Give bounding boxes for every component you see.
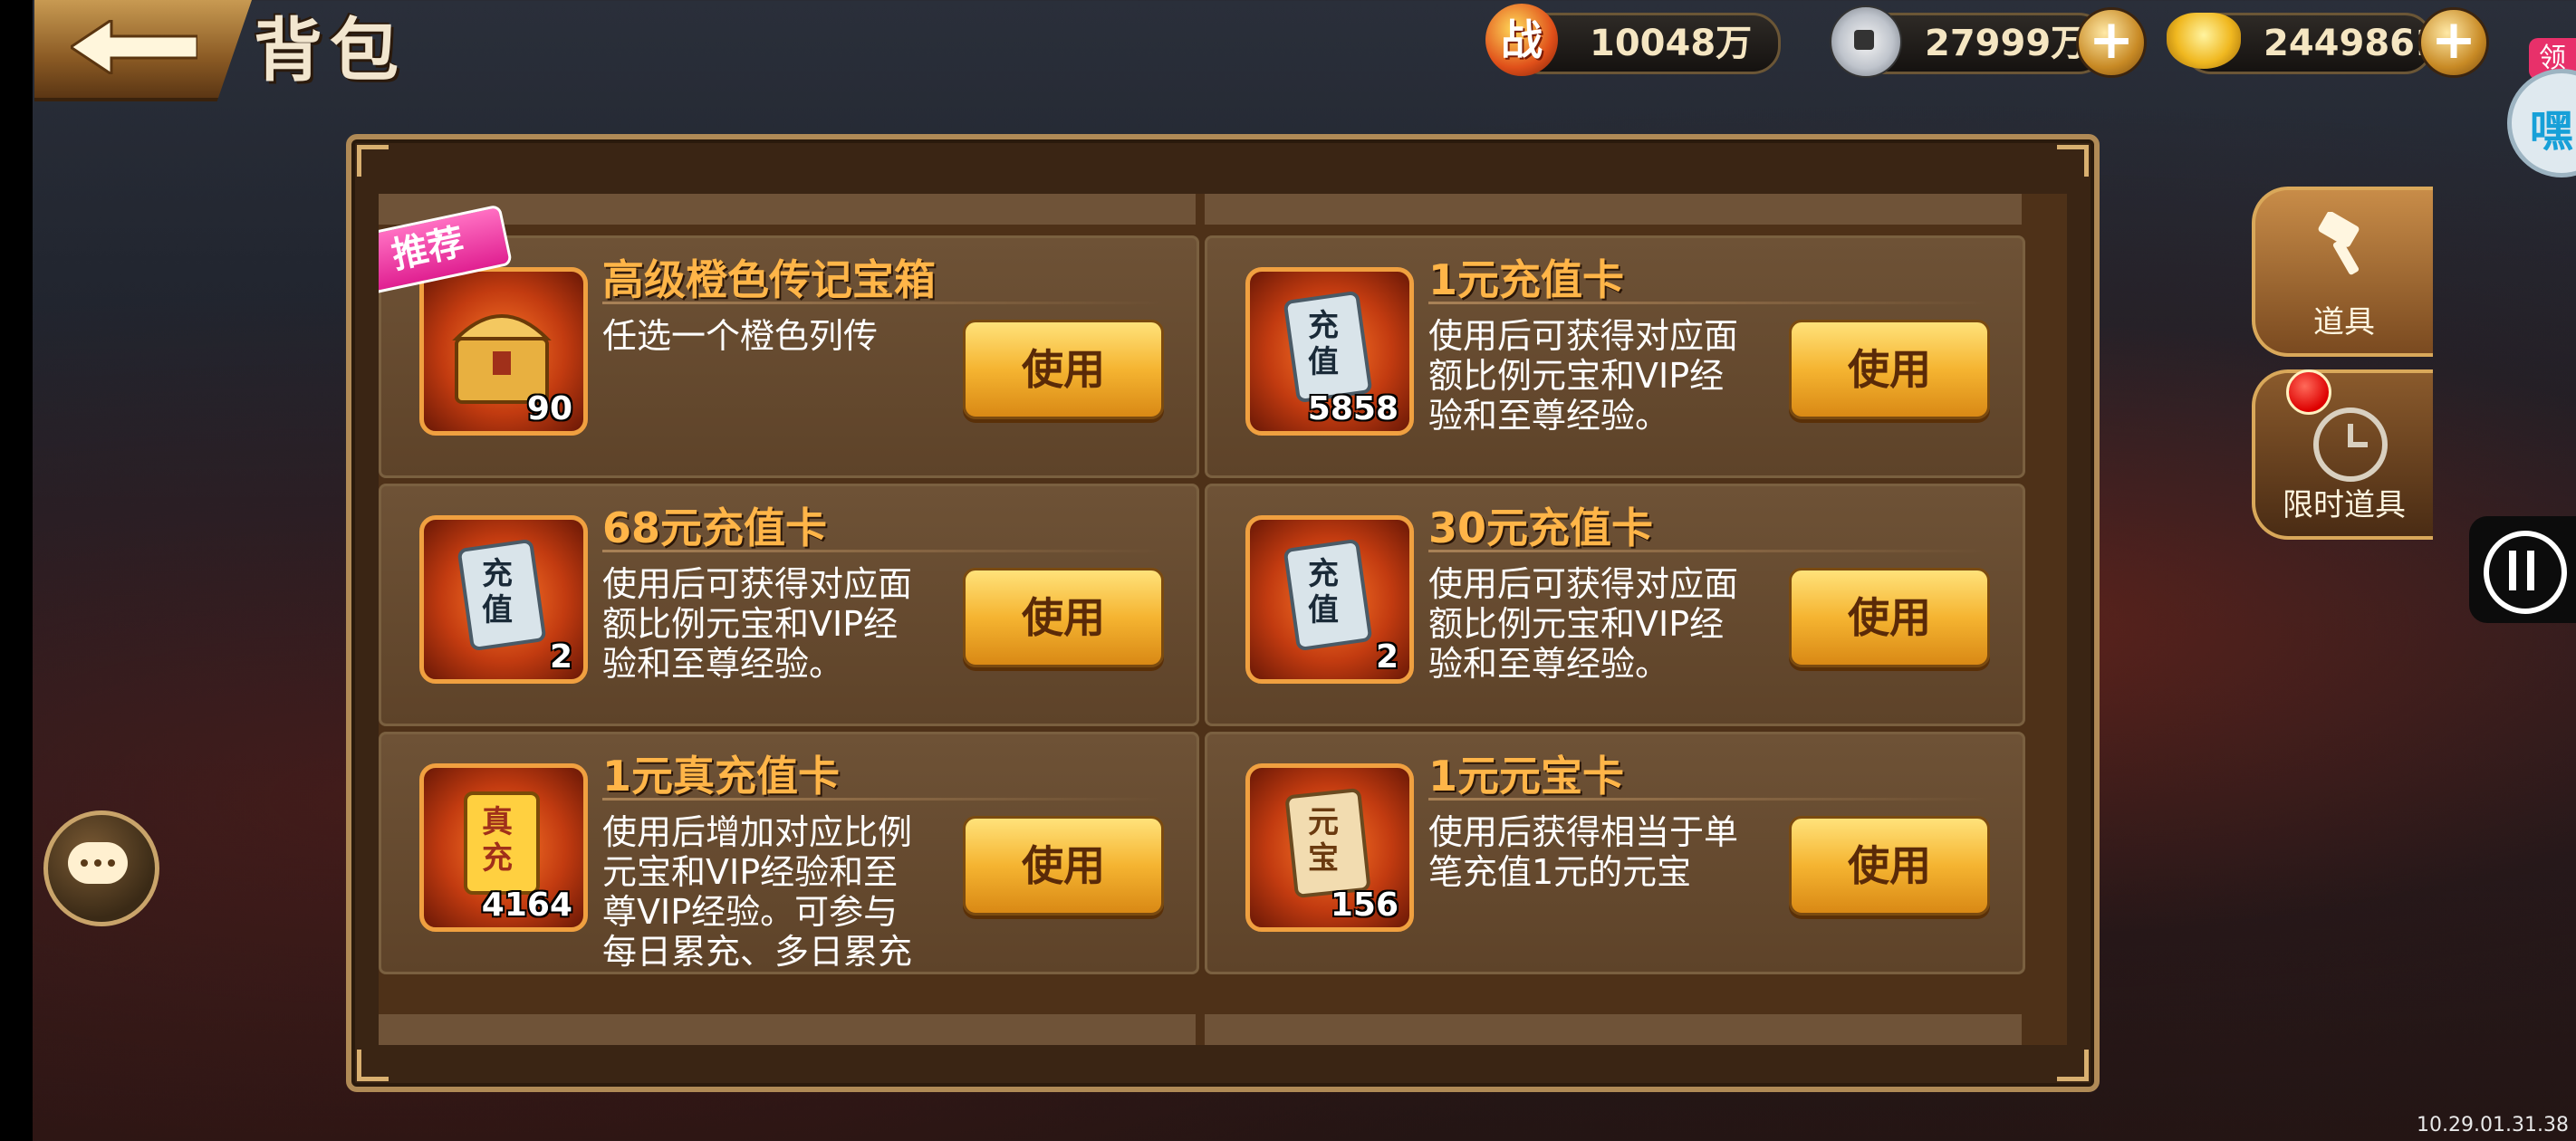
item-quantity: 5858	[1307, 390, 1399, 427]
item-name: 1元元宝卡	[1428, 752, 1625, 801]
add-gold-button[interactable]: +	[2418, 7, 2489, 78]
item-quantity: 2	[1375, 638, 1399, 676]
item-card: 元宝 156 1元元宝卡 使用后获得相当于单笔充值1元的元宝 使用	[1205, 732, 2025, 974]
tab-items[interactable]: 道具	[2252, 187, 2433, 357]
pause-icon	[2484, 531, 2567, 614]
clock-icon	[2313, 408, 2388, 482]
item-icon[interactable]: 充值 2	[419, 515, 588, 684]
notification-dot	[2286, 369, 2331, 415]
corner-ornament	[2057, 145, 2089, 177]
item-description: 使用后可获得对应面额比例元宝和VIP经验和至尊经验。	[602, 564, 913, 684]
pause-bar-right	[2527, 551, 2534, 590]
list-row-partial	[1205, 1014, 2022, 1045]
divider	[1428, 550, 1990, 552]
event-badge[interactable]: 领 嘿	[2507, 18, 2576, 177]
card-text: 充值	[482, 556, 513, 628]
corner-ornament	[2057, 1050, 2089, 1081]
corner-ornament	[357, 145, 389, 177]
item-card: 充值 5858 1元充值卡 使用后可获得对应面额比例元宝和VIP经验和至尊经验。…	[1205, 235, 2025, 478]
use-button[interactable]: 使用	[1789, 568, 1990, 667]
divider	[602, 798, 1164, 801]
add-coins-button[interactable]: +	[2076, 7, 2147, 78]
card-text: 元宝	[1308, 804, 1339, 877]
pause-button[interactable]	[2469, 516, 2576, 623]
use-button[interactable]: 使用	[1789, 816, 1990, 916]
item-icon[interactable]: 充值 5858	[1245, 267, 1414, 436]
item-quantity: 90	[526, 390, 572, 427]
divider	[602, 550, 1164, 552]
divider	[1428, 302, 1990, 304]
list-row-partial	[1205, 194, 2022, 225]
item-description: 任选一个橙色列传	[602, 316, 879, 356]
inventory-panel: 90 推荐 高级橙色传记宝箱 任选一个橙色列传 使用 充值 5858 1元充值卡…	[346, 134, 2100, 1092]
item-name: 30元充值卡	[1428, 503, 1654, 552]
zhan-icon: 战	[1485, 4, 1558, 76]
item-description: 使用后可获得对应面额比例元宝和VIP经验和至尊经验。	[1428, 316, 1739, 436]
item-name: 1元真充值卡	[602, 752, 841, 801]
use-button[interactable]: 使用	[963, 816, 1164, 916]
gold-value: 2449861	[2264, 23, 2440, 64]
page-title: 背包	[254, 10, 406, 91]
chat-button[interactable]	[43, 810, 159, 926]
back-arrow-icon	[71, 20, 197, 74]
card-text: 真充	[482, 804, 513, 877]
item-quantity: 2	[549, 638, 572, 676]
tab-items-label: 道具	[2313, 304, 2375, 340]
item-name: 68元充值卡	[602, 503, 828, 552]
item-icon[interactable]: 充值 2	[1245, 515, 1414, 684]
pause-bar-left	[2509, 551, 2516, 590]
item-card: 充值 2 68元充值卡 使用后可获得对应面额比例元宝和VIP经验和至尊经验。 使…	[379, 484, 1199, 726]
power-value: 10048万	[1590, 23, 1753, 64]
card-text: 充值	[1308, 308, 1339, 380]
coin-icon	[1830, 5, 1902, 78]
list-row-partial	[379, 1014, 1196, 1045]
hammer-icon	[2318, 212, 2360, 275]
item-description: 使用后获得相当于单笔充值1元的元宝	[1428, 812, 1739, 892]
chat-bubble-icon	[68, 842, 128, 884]
tab-limited-items[interactable]: 限时道具	[2252, 369, 2433, 540]
zhan-label: 战	[1501, 15, 1543, 64]
corner-ornament	[357, 1050, 389, 1081]
gold-ingot-icon	[2167, 13, 2241, 69]
item-name: 1元充值卡	[1428, 255, 1625, 304]
back-button[interactable]	[34, 0, 252, 101]
item-name: 高级橙色传记宝箱	[602, 255, 936, 304]
item-icon[interactable]: 真充 4164	[419, 763, 588, 932]
left-edge	[0, 0, 33, 1141]
card-text: 充值	[1308, 556, 1339, 628]
use-button[interactable]: 使用	[1789, 320, 1990, 419]
item-icon[interactable]: 元宝 156	[1245, 763, 1414, 932]
item-description: 使用后增加对应比例元宝和VIP经验和至尊VIP经验。可参与每日累充、多日累充活动	[602, 812, 913, 972]
item-icon[interactable]: 90	[419, 267, 588, 436]
tab-limited-items-label: 限时道具	[2283, 487, 2406, 523]
event-badge-circle: 嘿	[2507, 69, 2576, 177]
item-description: 使用后可获得对应面额比例元宝和VIP经验和至尊经验。	[1428, 564, 1739, 684]
divider	[602, 302, 1164, 304]
item-quantity: 4164	[481, 887, 572, 924]
timestamp: 10.29.01.31.38	[2417, 1114, 2569, 1136]
item-card: 90 推荐 高级橙色传记宝箱 任选一个橙色列传 使用	[379, 204, 1199, 478]
item-card: 真充 4164 1元真充值卡 使用后增加对应比例元宝和VIP经验和至尊VIP经验…	[379, 732, 1199, 974]
item-card: 充值 2 30元充值卡 使用后可获得对应面额比例元宝和VIP经验和至尊经验。 使…	[1205, 484, 2025, 726]
item-quantity: 156	[1330, 887, 1399, 924]
event-badge-text: 嘿	[2530, 106, 2574, 157]
divider	[1428, 798, 1990, 801]
inventory-list[interactable]: 90 推荐 高级橙色传记宝箱 任选一个橙色列传 使用 充值 5858 1元充值卡…	[379, 194, 2067, 1045]
use-button[interactable]: 使用	[963, 568, 1164, 667]
use-button[interactable]: 使用	[963, 320, 1164, 419]
coin-value: 27999万	[1925, 23, 2088, 64]
